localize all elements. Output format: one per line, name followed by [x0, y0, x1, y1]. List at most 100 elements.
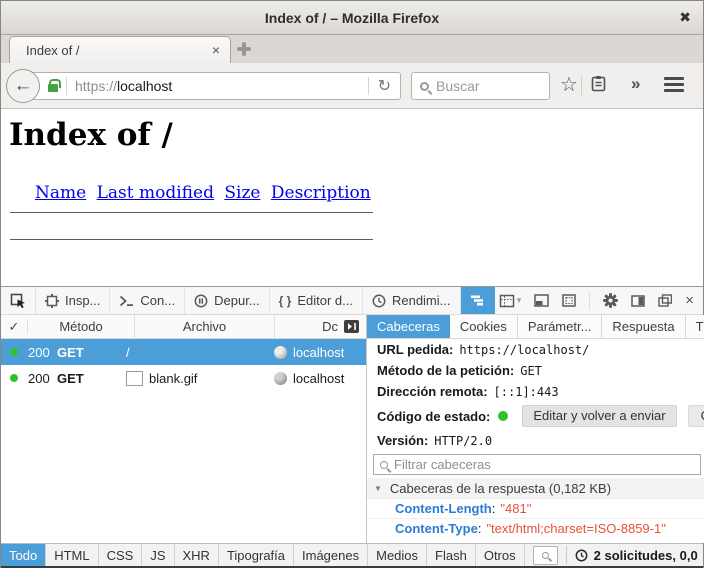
status-ok-dot: [10, 374, 18, 382]
bookmarks-menu-icon[interactable]: [591, 75, 606, 92]
status-code-label: Código de estado:: [377, 409, 490, 424]
filter-media[interactable]: Medios: [368, 544, 427, 566]
status-code: 200: [28, 371, 57, 386]
url-scheme: https://: [75, 78, 117, 94]
tab-console-label: Con...: [140, 293, 175, 308]
filter-css[interactable]: CSS: [99, 544, 143, 566]
dock-side-button[interactable]: [631, 295, 645, 307]
filter-images[interactable]: Imágenes: [294, 544, 368, 566]
frames-select-button[interactable]: ▾: [499, 294, 522, 308]
request-row[interactable]: 200 GET / localhost: [1, 339, 366, 365]
filter-headers-box[interactable]: [373, 454, 701, 475]
link-name[interactable]: Name: [35, 183, 86, 203]
search-bar[interactable]: [411, 72, 550, 100]
hamburger-menu-icon[interactable]: [664, 77, 684, 80]
responsive-mode-button[interactable]: [562, 294, 576, 307]
tab-debugger[interactable]: Depur...: [185, 287, 270, 314]
url-label: URL pedida:: [377, 342, 453, 357]
title-bar: Index of / – Mozilla Firefox ✖: [1, 1, 703, 35]
tab-response[interactable]: Respuesta: [602, 315, 685, 338]
tab-style-editor[interactable]: { } Editor d...: [270, 287, 363, 314]
firefox-window: Index of / – Mozilla Firefox ✖ Index of …: [0, 0, 704, 568]
response-headers-section[interactable]: ▼ Cabeceras de la respuesta (0,182 KB): [367, 478, 704, 498]
remote-address-value: [::1]:443: [494, 385, 559, 399]
tab-performance-label: Rendimi...: [392, 293, 451, 308]
url-bar[interactable]: https://localhost ↻: [23, 72, 401, 100]
devtools-settings-button[interactable]: [603, 293, 618, 308]
https-lock-icon: [48, 84, 58, 92]
braces-icon: { }: [279, 294, 292, 308]
filter-other[interactable]: Otros: [476, 544, 525, 566]
toggle-details-pane-button[interactable]: [344, 320, 366, 333]
split-console-button[interactable]: [534, 294, 549, 307]
filter-fonts[interactable]: Tipografía: [219, 544, 294, 566]
request-file: /: [126, 345, 266, 360]
filter-headers-input[interactable]: [394, 457, 694, 472]
header-name: Content-Type: [395, 521, 478, 536]
bookmark-star-icon[interactable]: ☆: [560, 72, 578, 97]
network-filter-bar: Todo HTML CSS JS XHR Tipografía Imágenes…: [1, 543, 703, 568]
tab-performance[interactable]: Rendimi...: [363, 287, 461, 314]
filter-flash[interactable]: Flash: [427, 544, 476, 566]
request-details-panel: Cabeceras Cookies Parámetr... Respuesta …: [367, 315, 704, 543]
column-status[interactable]: ✓: [1, 319, 27, 335]
method-label: Método de la petición:: [377, 363, 514, 378]
column-file[interactable]: Archivo: [134, 315, 274, 338]
window-close-icon[interactable]: ✖: [679, 9, 691, 26]
gear-icon: [603, 293, 618, 308]
filter-html[interactable]: HTML: [46, 544, 98, 566]
filter-xhr[interactable]: XHR: [175, 544, 219, 566]
tab-cookies[interactable]: Cookies: [450, 315, 518, 338]
filter-all[interactable]: Todo: [1, 544, 46, 566]
tab-headers[interactable]: Cabeceras: [367, 315, 450, 338]
navigation-toolbar: ← https://localhost ↻ ☆ »: [1, 63, 703, 109]
link-description[interactable]: Description: [271, 183, 371, 203]
debugger-pause-icon: [194, 294, 208, 308]
request-domain: localhost: [293, 345, 344, 360]
devtools-close-icon[interactable]: ×: [685, 292, 694, 309]
tab-close-icon[interactable]: ×: [212, 42, 220, 58]
header-row[interactable]: Content-Type : "text/html;charset=ISO-88…: [367, 518, 704, 538]
toggle-details-pane-icon: [344, 320, 359, 333]
tab-timings[interactable]: T: [686, 315, 704, 338]
pick-element-button[interactable]: [1, 287, 36, 314]
column-method[interactable]: Método: [27, 319, 134, 334]
tab-console[interactable]: Con...: [110, 287, 185, 314]
request-file: blank.gif: [149, 371, 197, 386]
url-value: https://localhost/: [459, 343, 589, 357]
horizontal-rule: [10, 212, 373, 213]
link-last-modified[interactable]: Last modified: [97, 183, 214, 203]
overflow-chevron-icon[interactable]: »: [631, 74, 640, 94]
undock-window-button[interactable]: [658, 294, 672, 307]
back-button[interactable]: ←: [6, 69, 40, 103]
tab-network-active[interactable]: [461, 287, 495, 314]
browser-tab[interactable]: Index of / ×: [9, 36, 231, 63]
search-input[interactable]: [436, 78, 526, 94]
network-request-list: ✓ Método Archivo Dc 200 GET / localhost …: [1, 315, 367, 543]
search-icon: [542, 552, 549, 559]
request-domain: localhost: [293, 371, 344, 386]
window-title: Index of / – Mozilla Firefox: [265, 10, 439, 26]
clipped-button[interactable]: C: [688, 405, 704, 427]
status-code: 200: [28, 345, 57, 360]
undock-window-icon: [658, 294, 672, 307]
edit-resend-button[interactable]: Editar y volver a enviar: [522, 405, 676, 427]
details-tab-bar: Cabeceras Cookies Parámetr... Respuesta …: [367, 315, 704, 339]
request-method: GET: [57, 371, 126, 386]
tab-params[interactable]: Parámetr...: [518, 315, 603, 338]
stopwatch-icon: [372, 294, 386, 308]
tab-inspector[interactable]: Insp...: [36, 287, 110, 314]
request-row[interactable]: 200 GET blank.gif localhost: [1, 365, 366, 391]
image-thumbnail: [126, 371, 143, 386]
index-header-links: Name Last modified Size Description: [35, 183, 703, 203]
reload-icon[interactable]: ↻: [369, 76, 400, 96]
link-size[interactable]: Size: [224, 183, 260, 203]
search-requests-button[interactable]: [533, 546, 558, 565]
version-label: Versión:: [377, 433, 428, 448]
toolbar-divider: [589, 292, 590, 310]
new-tab-button[interactable]: [237, 42, 251, 56]
column-domain[interactable]: Dc: [274, 315, 344, 338]
header-row[interactable]: Content-Length : "481": [367, 498, 704, 518]
pick-element-icon: [10, 293, 26, 309]
filter-js[interactable]: JS: [142, 544, 174, 566]
